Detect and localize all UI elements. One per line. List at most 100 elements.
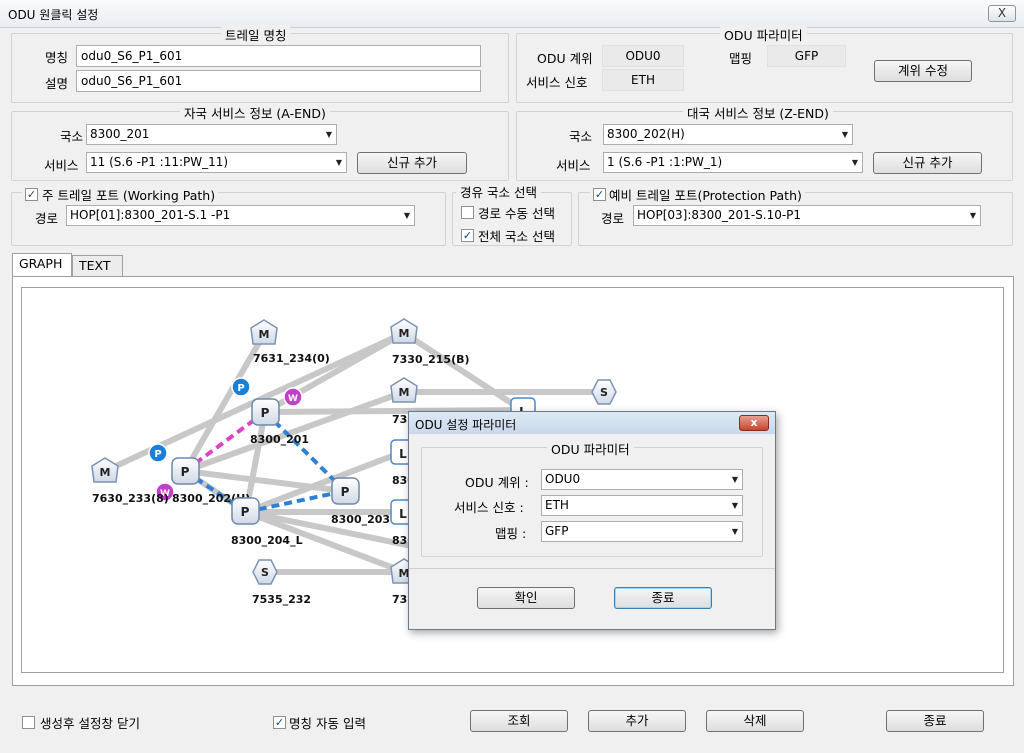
svg-text:P: P bbox=[154, 449, 161, 460]
window-titlebar: ODU 원클릭 설정 X bbox=[0, 0, 1024, 28]
manual-route-label: 경로 수동 선택 bbox=[478, 206, 555, 221]
node-p-icon: P bbox=[231, 497, 260, 525]
all-offices-check-box[interactable]: ✓ bbox=[461, 229, 474, 242]
chevron-down-icon: ▼ bbox=[851, 158, 858, 167]
svg-text:S: S bbox=[261, 566, 269, 579]
dialog-cancel-button[interactable]: 종료 bbox=[614, 587, 712, 609]
protection-path-checkbox-label: 예비 트레일 포트(Protection Path) bbox=[609, 188, 802, 203]
auto-name-label: 명칭 자동 입력 bbox=[289, 716, 366, 731]
z-end-office-label: 국소 bbox=[569, 129, 593, 144]
trail-desc-label: 설명 bbox=[45, 76, 69, 91]
delete-button[interactable]: 삭제 bbox=[706, 710, 804, 732]
z-end-add-button[interactable]: 신규 추가 bbox=[873, 152, 982, 174]
add-button[interactable]: 추가 bbox=[588, 710, 686, 732]
exit-button[interactable]: 종료 bbox=[886, 710, 984, 732]
a-end-service-label: 서비스 bbox=[44, 158, 79, 173]
dialog-titlebar: ODU 설정 파라미터 x bbox=[409, 412, 775, 434]
trail-name-input[interactable]: odu0_S6_P1_601 bbox=[76, 45, 481, 67]
chevron-down-icon: ▼ bbox=[325, 130, 332, 139]
dialog-title: ODU 설정 파라미터 bbox=[415, 418, 517, 432]
a-end-office-label: 국소 bbox=[60, 129, 84, 144]
edit-level-button[interactable]: 계위 수정 bbox=[874, 60, 972, 82]
svg-text:M: M bbox=[259, 328, 270, 341]
protection-path-route-combo[interactable]: HOP[03]:8300_201-S.10-P1 ▼ bbox=[633, 205, 981, 226]
node-label: 8300_201 bbox=[250, 433, 309, 446]
svg-text:P: P bbox=[341, 485, 350, 499]
svg-text:P: P bbox=[241, 505, 250, 519]
svg-text:M: M bbox=[399, 386, 410, 399]
svg-text:M: M bbox=[100, 466, 111, 479]
protection-path-check-box[interactable]: ✓ bbox=[593, 188, 606, 201]
odu-mapping-value: GFP bbox=[767, 45, 846, 67]
a-end-service-combo[interactable]: 11 (S.6 -P1 :11:PW_11) ▼ bbox=[86, 152, 347, 173]
via-select-title: 경유 국소 선택 bbox=[456, 182, 541, 201]
z-end-group-title: 대국 서비스 정보 (Z-END) bbox=[683, 103, 833, 122]
node-label: 7535_232 bbox=[252, 593, 311, 606]
dialog-level-combo[interactable]: ODU0 ▼ bbox=[541, 469, 743, 490]
manual-route-check-box[interactable] bbox=[461, 206, 474, 219]
dialog-ok-button[interactable]: 확인 bbox=[477, 587, 575, 609]
search-button[interactable]: 조회 bbox=[470, 710, 568, 732]
chevron-down-icon: ▼ bbox=[731, 475, 738, 484]
node-label: 7630_233(8) bbox=[92, 492, 169, 505]
node-p-icon: P bbox=[171, 457, 200, 485]
protection-path-route-label: 경로 bbox=[601, 211, 625, 226]
node-m-icon: M bbox=[390, 318, 418, 344]
a-end-group-title: 자국 서비스 정보 (A-END) bbox=[180, 103, 330, 122]
node-label: 7330_215(B) bbox=[392, 353, 470, 366]
dialog-level-label: ODU 계위 : bbox=[465, 475, 529, 490]
node-s-icon: S bbox=[591, 379, 617, 405]
auto-name-check-box[interactable]: ✓ bbox=[273, 716, 286, 729]
dialog-level-value: ODU0 bbox=[545, 472, 581, 486]
dialog-signal-combo[interactable]: ETH ▼ bbox=[541, 495, 743, 516]
working-path-checkbox[interactable]: ✓ 주 트레일 포트 (Working Path) bbox=[22, 185, 219, 204]
working-path-check-box[interactable]: ✓ bbox=[25, 188, 38, 201]
svg-text:L: L bbox=[399, 447, 407, 461]
a-end-add-button[interactable]: 신규 추가 bbox=[357, 152, 467, 174]
a-end-office-combo[interactable]: 8300_201 ▼ bbox=[86, 124, 337, 145]
dialog-close-button[interactable]: x bbox=[739, 415, 769, 431]
chevron-down-icon: ▼ bbox=[335, 158, 342, 167]
z-end-service-label: 서비스 bbox=[556, 158, 591, 173]
odu-settings-dialog: ODU 설정 파라미터 x ODU 파라미터 ODU 계위 : ODU0 ▼ 서비… bbox=[408, 411, 776, 630]
chevron-down-icon: ▼ bbox=[731, 527, 738, 536]
odu-signal-value: ETH bbox=[602, 69, 684, 91]
chevron-down-icon: ▼ bbox=[403, 211, 410, 220]
trail-desc-input[interactable]: odu0_S6_P1_601 bbox=[76, 70, 481, 92]
manual-route-checkbox[interactable]: 경로 수동 선택 bbox=[461, 203, 555, 222]
dialog-divider bbox=[409, 568, 775, 569]
dialog-mapping-combo[interactable]: GFP ▼ bbox=[541, 521, 743, 542]
p-marker-icon: P bbox=[148, 443, 168, 463]
window-close-button[interactable]: X bbox=[988, 5, 1016, 22]
dialog-signal-value: ETH bbox=[545, 498, 569, 512]
node-p-icon: P bbox=[331, 477, 360, 505]
working-path-route-label: 경로 bbox=[35, 211, 59, 226]
chevron-down-icon: ▼ bbox=[969, 211, 976, 220]
close-after-create-label: 생성후 설정창 닫기 bbox=[40, 716, 140, 731]
working-path-route-combo[interactable]: HOP[01]:8300_201-S.1 -P1 ▼ bbox=[66, 205, 415, 226]
z-end-service-combo[interactable]: 1 (S.6 -P1 :1:PW_1) ▼ bbox=[603, 152, 863, 173]
svg-text:W: W bbox=[288, 394, 298, 404]
protection-path-checkbox[interactable]: ✓ 예비 트레일 포트(Protection Path) bbox=[590, 185, 805, 204]
auto-name-checkbox[interactable]: ✓ 명칭 자동 입력 bbox=[273, 713, 366, 732]
all-offices-checkbox[interactable]: ✓ 전체 국소 선택 bbox=[461, 226, 555, 245]
dialog-signal-label: 서비스 신호 : bbox=[454, 500, 524, 515]
p-marker-icon: P bbox=[231, 377, 251, 397]
close-after-create-checkbox[interactable]: 생성후 설정창 닫기 bbox=[22, 713, 140, 732]
node-m-icon: M bbox=[91, 457, 119, 483]
a-end-office-value: 8300_201 bbox=[90, 127, 150, 141]
z-end-office-combo[interactable]: 8300_202(H) ▼ bbox=[603, 124, 853, 145]
dialog-mapping-value: GFP bbox=[545, 524, 569, 538]
dialog-mapping-label: 맵핑 : bbox=[495, 526, 527, 541]
svg-text:P: P bbox=[181, 465, 190, 479]
svg-text:S: S bbox=[600, 386, 608, 399]
svg-text:M: M bbox=[399, 327, 410, 340]
tab-text[interactable]: TEXT bbox=[72, 255, 123, 277]
svg-text:P: P bbox=[237, 383, 244, 394]
close-after-create-check-box[interactable] bbox=[22, 716, 35, 729]
odu-level-value: ODU0 bbox=[602, 45, 684, 67]
z-end-service-value: 1 (S.6 -P1 :1:PW_1) bbox=[607, 155, 723, 169]
odu-params-group-title: ODU 파라미터 bbox=[720, 25, 807, 44]
tab-graph[interactable]: GRAPH bbox=[12, 253, 72, 277]
svg-text:P: P bbox=[261, 406, 270, 420]
